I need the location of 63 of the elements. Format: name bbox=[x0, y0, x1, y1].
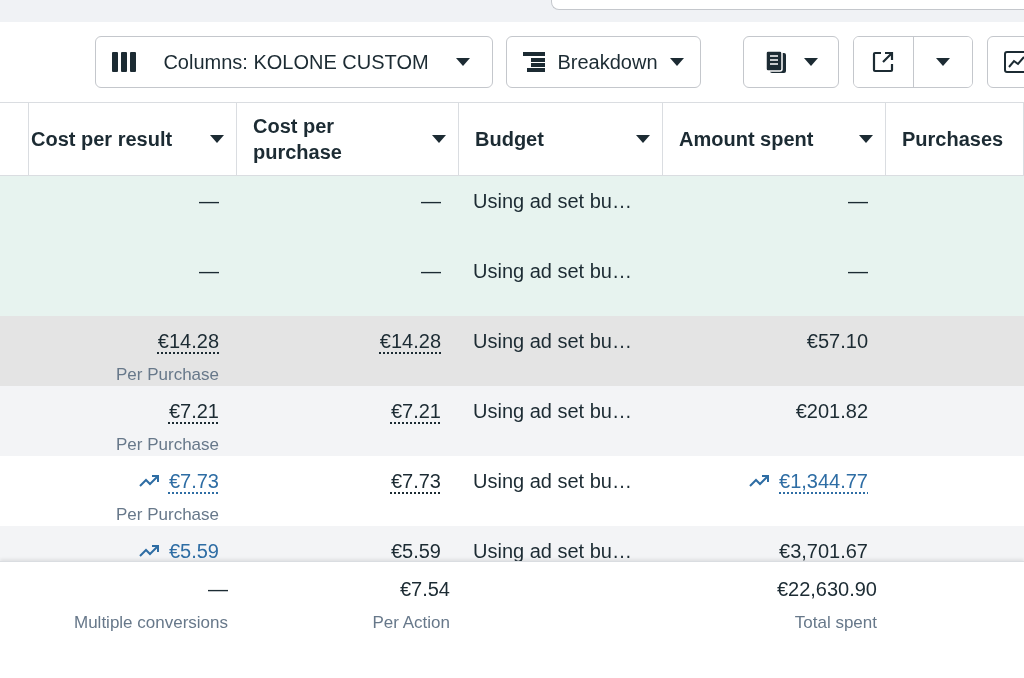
columns-icon bbox=[112, 52, 136, 72]
trend-up-icon bbox=[749, 473, 771, 487]
column-title: Amount spent bbox=[679, 127, 814, 152]
total-caption: Per Action bbox=[371, 612, 450, 634]
external-link-icon bbox=[872, 51, 895, 73]
budget-text: Using ad set bu… bbox=[473, 330, 632, 352]
column-header[interactable]: Purchases bbox=[886, 103, 1024, 175]
table-row[interactable]: €7.21 Per Purchase €7.21 Using ad set bu… €201.82 bbox=[0, 386, 1024, 456]
total-caption: Multiple conversions bbox=[73, 612, 228, 634]
table-row[interactable]: — — Using ad set bu… — bbox=[0, 176, 1024, 246]
total-caption: Total spent bbox=[793, 612, 877, 634]
metric-value: €14.28 bbox=[379, 330, 441, 352]
notebook-icon bbox=[764, 50, 788, 74]
line-chart-icon bbox=[1004, 51, 1024, 73]
column-title: Budget bbox=[475, 127, 544, 152]
table-cell: — bbox=[421, 260, 441, 282]
total-value: €7.54 bbox=[399, 578, 450, 600]
metric-value: €7.21 bbox=[168, 400, 219, 422]
table-cell: — bbox=[421, 190, 441, 212]
metric-value: €5.59 bbox=[390, 540, 441, 561]
budget-text: Using ad set bu… bbox=[473, 400, 632, 422]
export-button[interactable] bbox=[854, 37, 914, 87]
budget-text: Using ad set bu… bbox=[473, 190, 632, 212]
input-field[interactable] bbox=[551, 0, 1024, 10]
column-header[interactable]: Cost per purchase bbox=[237, 103, 459, 175]
table-row[interactable]: — — Using ad set bu… — bbox=[0, 246, 1024, 316]
metric-caption: Per Purchase bbox=[115, 364, 219, 386]
column-title: Cost per purchase bbox=[253, 114, 343, 165]
column-title: Cost per result bbox=[31, 127, 173, 152]
caret-icon bbox=[935, 58, 950, 66]
metric-value: €7.73 bbox=[390, 470, 441, 492]
table-cell: — bbox=[199, 190, 219, 212]
table-cell: — bbox=[848, 190, 868, 212]
column-header[interactable]: Amount spent bbox=[663, 103, 886, 175]
metric-link[interactable]: €1,344.77 bbox=[779, 470, 868, 492]
metric-value: €14.28 bbox=[157, 330, 219, 352]
metric-link[interactable]: €7.73 bbox=[168, 470, 219, 492]
table-cell: — bbox=[848, 260, 868, 282]
column-header[interactable]: Budget bbox=[459, 103, 663, 175]
table-cell: €201.82 bbox=[795, 400, 868, 422]
trend-up-icon bbox=[138, 473, 161, 487]
trend-up-icon bbox=[138, 543, 161, 557]
metric-caption: Per Purchase bbox=[115, 504, 219, 526]
reports-button[interactable] bbox=[743, 36, 839, 88]
stacked-bars-icon bbox=[523, 52, 545, 72]
column-header[interactable]: Cost per result bbox=[15, 103, 237, 175]
total-value: — bbox=[208, 578, 228, 600]
metric-link[interactable]: €5.59 bbox=[168, 540, 219, 561]
table-cell: — bbox=[199, 260, 219, 282]
table-cell: €57.10 bbox=[806, 330, 868, 352]
breakdown-button[interactable]: Breakdown bbox=[506, 36, 701, 88]
caret-icon bbox=[456, 58, 470, 66]
caret-icon bbox=[670, 58, 684, 66]
budget-text: Using ad set bu… bbox=[473, 470, 632, 492]
table-row[interactable]: €14.28 Per Purchase €14.28 Using ad set bu… €57.10 bbox=[0, 316, 1024, 386]
total-value: €22,630.90 bbox=[776, 578, 877, 600]
columns-button[interactable]: Columns: KOLONE CUSTOM bbox=[95, 36, 493, 88]
caret-icon bbox=[804, 58, 818, 66]
table-cell: €3,701.67 bbox=[779, 540, 868, 561]
column-title: Purchases bbox=[902, 127, 1004, 152]
metric-caption: Per Purchase bbox=[115, 434, 219, 456]
budget-text: Using ad set bu… bbox=[473, 260, 632, 282]
metric-value: €7.21 bbox=[390, 400, 441, 422]
